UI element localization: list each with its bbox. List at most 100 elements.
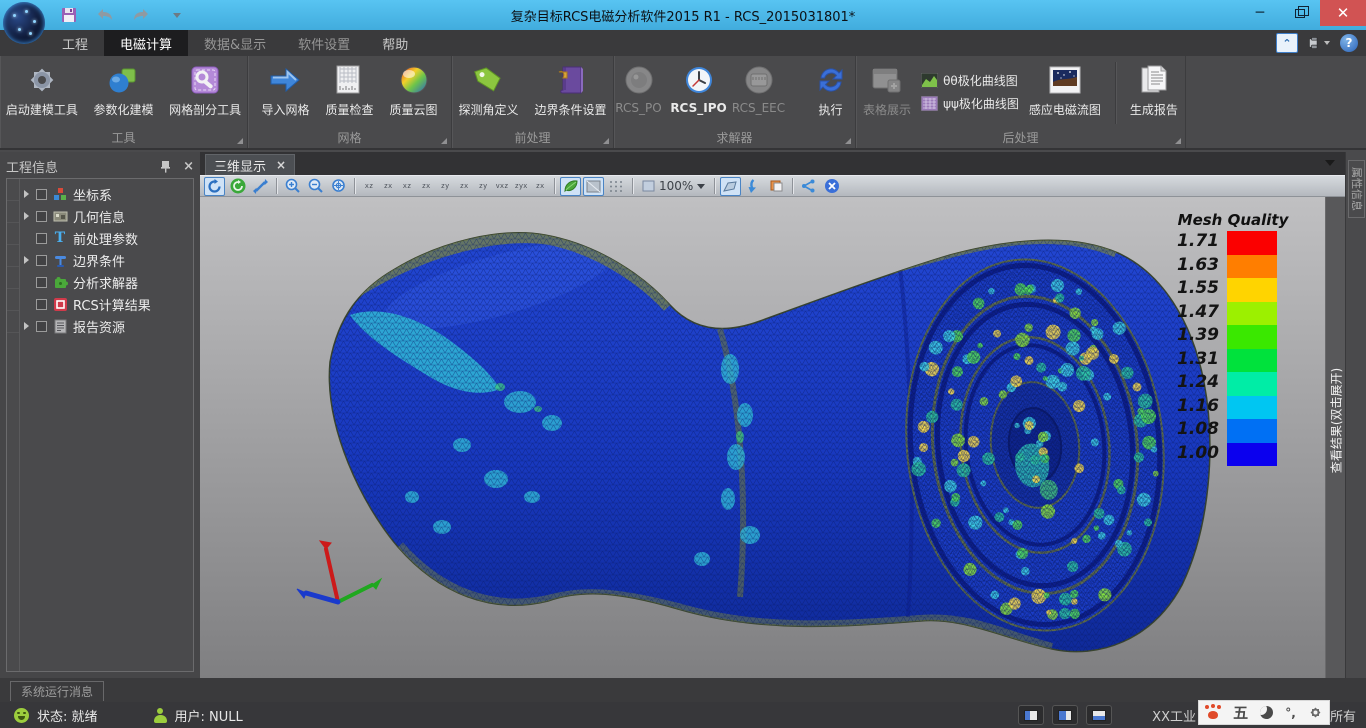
menu-tab-em-compute[interactable]: 电磁计算 bbox=[104, 30, 188, 56]
system-message-tab[interactable]: 系统运行消息 bbox=[10, 681, 104, 701]
system-message-tab-label: 系统运行消息 bbox=[21, 683, 93, 700]
zoom-out-button[interactable] bbox=[305, 177, 326, 196]
launch-modeling-tool-button[interactable]: 启动建模工具 bbox=[0, 60, 84, 120]
view-orientation-button-3[interactable]: zx bbox=[417, 177, 435, 195]
expand-arrow-icon[interactable] bbox=[24, 212, 29, 220]
execute-button[interactable]: 执行 bbox=[803, 60, 859, 120]
group-expand-corner[interactable] bbox=[441, 138, 447, 144]
pin-icon[interactable] bbox=[160, 160, 171, 173]
theta-polarization-curve-button[interactable]: θθ极化曲线图 bbox=[921, 72, 1019, 89]
close-button[interactable]: ✕ bbox=[1320, 0, 1366, 26]
points-display-button[interactable] bbox=[606, 177, 627, 196]
quality-check-button[interactable]: 质量检查 bbox=[319, 60, 379, 120]
checkbox[interactable] bbox=[36, 321, 47, 332]
menu-tab-project[interactable]: 工程 bbox=[46, 30, 104, 56]
viewport-3d-canvas[interactable]: Mesh Quality 1.711.631.551.471.391.311.2… bbox=[200, 197, 1325, 678]
checkbox[interactable] bbox=[36, 189, 47, 200]
expand-arrow-icon[interactable] bbox=[24, 190, 29, 198]
solver-rcs-ipo-button[interactable]: RCS_IPO bbox=[671, 60, 727, 117]
ime-wubi-mode[interactable]: 五 bbox=[1233, 702, 1248, 723]
redo-button[interactable] bbox=[130, 5, 152, 25]
parametric-modeling-button[interactable]: 参数化建模 bbox=[88, 60, 160, 120]
menu-tab-help[interactable]: 帮助 bbox=[366, 30, 424, 56]
view-orientation-button-2[interactable]: xz bbox=[398, 177, 416, 195]
tree-item-coordinate-system[interactable]: 坐标系 bbox=[21, 183, 191, 205]
mesh-partition-tool-button[interactable]: 网格剖分工具 bbox=[163, 60, 247, 120]
ime-paw-icon[interactable] bbox=[1205, 705, 1221, 720]
tree-item-analysis-solver[interactable]: 分析求解器 bbox=[21, 271, 191, 293]
restore-button[interactable] bbox=[1280, 0, 1320, 26]
share-icon bbox=[801, 179, 816, 193]
group-expand-corner[interactable] bbox=[845, 138, 851, 144]
expand-arrow-icon[interactable] bbox=[24, 322, 29, 330]
tree-item-geometry-info[interactable]: 几何信息 bbox=[21, 205, 191, 227]
undo-button[interactable] bbox=[94, 5, 116, 25]
view-orientation-button-8[interactable]: zyx bbox=[512, 177, 530, 195]
zoom-percent-combo[interactable]: 100% bbox=[638, 179, 709, 193]
group-expand-corner[interactable] bbox=[237, 138, 243, 144]
wireframe-shade-button[interactable] bbox=[583, 177, 604, 196]
shaded-render-button[interactable] bbox=[560, 177, 581, 196]
checkbox[interactable] bbox=[36, 211, 47, 222]
expand-arrow-icon[interactable] bbox=[24, 256, 29, 264]
ime-gear-icon[interactable] bbox=[1308, 705, 1323, 720]
property-info-collapsed-tab[interactable]: 属性信息 bbox=[1348, 160, 1365, 218]
menu-tab-data-display[interactable]: 数据&显示 bbox=[188, 30, 282, 56]
view-orientation-button-4[interactable]: zy bbox=[436, 177, 454, 195]
checkbox[interactable] bbox=[36, 233, 47, 244]
view-orientation-button-5[interactable]: zx bbox=[455, 177, 473, 195]
induced-em-current-map-button[interactable]: 感应电磁流图 bbox=[1023, 60, 1107, 120]
layout-left-panel-button[interactable] bbox=[1018, 705, 1044, 725]
tree-item-boundary-condition[interactable]: 边界条件 bbox=[21, 249, 191, 271]
quick-access-dropdown[interactable] bbox=[166, 5, 188, 25]
table-display-button[interactable]: 表格展示 bbox=[857, 60, 917, 120]
panel-close-icon[interactable]: × bbox=[183, 159, 194, 174]
view-orientation-button-9[interactable]: zx bbox=[531, 177, 549, 195]
layout-bottom-panel-button[interactable] bbox=[1086, 705, 1112, 725]
group-expand-corner[interactable] bbox=[1175, 138, 1181, 144]
ime-punctuation-mode[interactable]: °, bbox=[1285, 706, 1296, 720]
psi-polarization-curve-button[interactable]: ψψ极化曲线图 bbox=[921, 95, 1019, 112]
download-view-button[interactable] bbox=[743, 177, 764, 196]
menu-tab-settings[interactable]: 软件设置 bbox=[282, 30, 366, 56]
tab-3d-display[interactable]: 三维显示 × bbox=[205, 154, 295, 175]
save-button[interactable] bbox=[58, 5, 80, 25]
checkbox[interactable] bbox=[36, 255, 47, 266]
group-expand-corner[interactable] bbox=[603, 138, 609, 144]
pan-zoom-arrow-button[interactable] bbox=[250, 177, 271, 196]
view-orientation-button-1[interactable]: zx bbox=[379, 177, 397, 195]
solver-rcs-po-button[interactable]: RCS_PO bbox=[611, 60, 667, 117]
solver-rcs-eec-button[interactable]: RCS_EEC bbox=[731, 60, 787, 117]
zoom-fit-button[interactable] bbox=[328, 177, 349, 196]
window-style-button[interactable] bbox=[1308, 33, 1330, 53]
checkbox[interactable] bbox=[36, 299, 47, 310]
help-button[interactable]: ? bbox=[1340, 34, 1358, 52]
cancel-operation-button[interactable] bbox=[821, 177, 842, 196]
generate-report-button[interactable]: 生成报告 bbox=[1124, 60, 1184, 120]
rotate-view-button[interactable] bbox=[204, 177, 225, 196]
tree-gutter bbox=[7, 179, 20, 671]
collapse-ribbon-button[interactable]: ⌃ bbox=[1276, 33, 1298, 53]
tree-item-preprocess-params[interactable]: T 前处理参数 bbox=[21, 227, 191, 249]
probe-angle-define-button[interactable]: 探测角定义 bbox=[452, 60, 524, 120]
layout-wide-panel-button[interactable] bbox=[1052, 705, 1078, 725]
copy-view-button[interactable] bbox=[766, 177, 787, 196]
share-view-button[interactable] bbox=[798, 177, 819, 196]
quality-cloudmap-button[interactable]: 质量云图 bbox=[384, 60, 444, 120]
checkbox[interactable] bbox=[36, 277, 47, 288]
ime-moon-icon[interactable] bbox=[1260, 706, 1273, 719]
tree-item-report-resources[interactable]: 报告资源 bbox=[21, 315, 191, 337]
tree-item-rcs-results[interactable]: RCS计算结果 bbox=[21, 293, 191, 315]
tab-close-icon[interactable]: × bbox=[276, 158, 286, 172]
orbit-sync-button[interactable] bbox=[227, 177, 248, 196]
import-mesh-button[interactable]: 导入网格 bbox=[255, 60, 315, 120]
results-collapsed-tab[interactable]: 查看结果(双击展开) bbox=[1325, 197, 1345, 678]
clip-plane-button[interactable] bbox=[720, 177, 741, 196]
view-orientation-button-6[interactable]: zy bbox=[474, 177, 492, 195]
view-orientation-button-7[interactable]: vxz bbox=[493, 177, 511, 195]
tab-list-dropdown-icon[interactable] bbox=[1325, 160, 1335, 166]
minimize-button[interactable]: ─ bbox=[1240, 0, 1280, 26]
view-orientation-button-0[interactable]: xz bbox=[360, 177, 378, 195]
zoom-in-button[interactable] bbox=[282, 177, 303, 196]
boundary-condition-set-button[interactable]: 边界条件设置 bbox=[529, 60, 613, 120]
